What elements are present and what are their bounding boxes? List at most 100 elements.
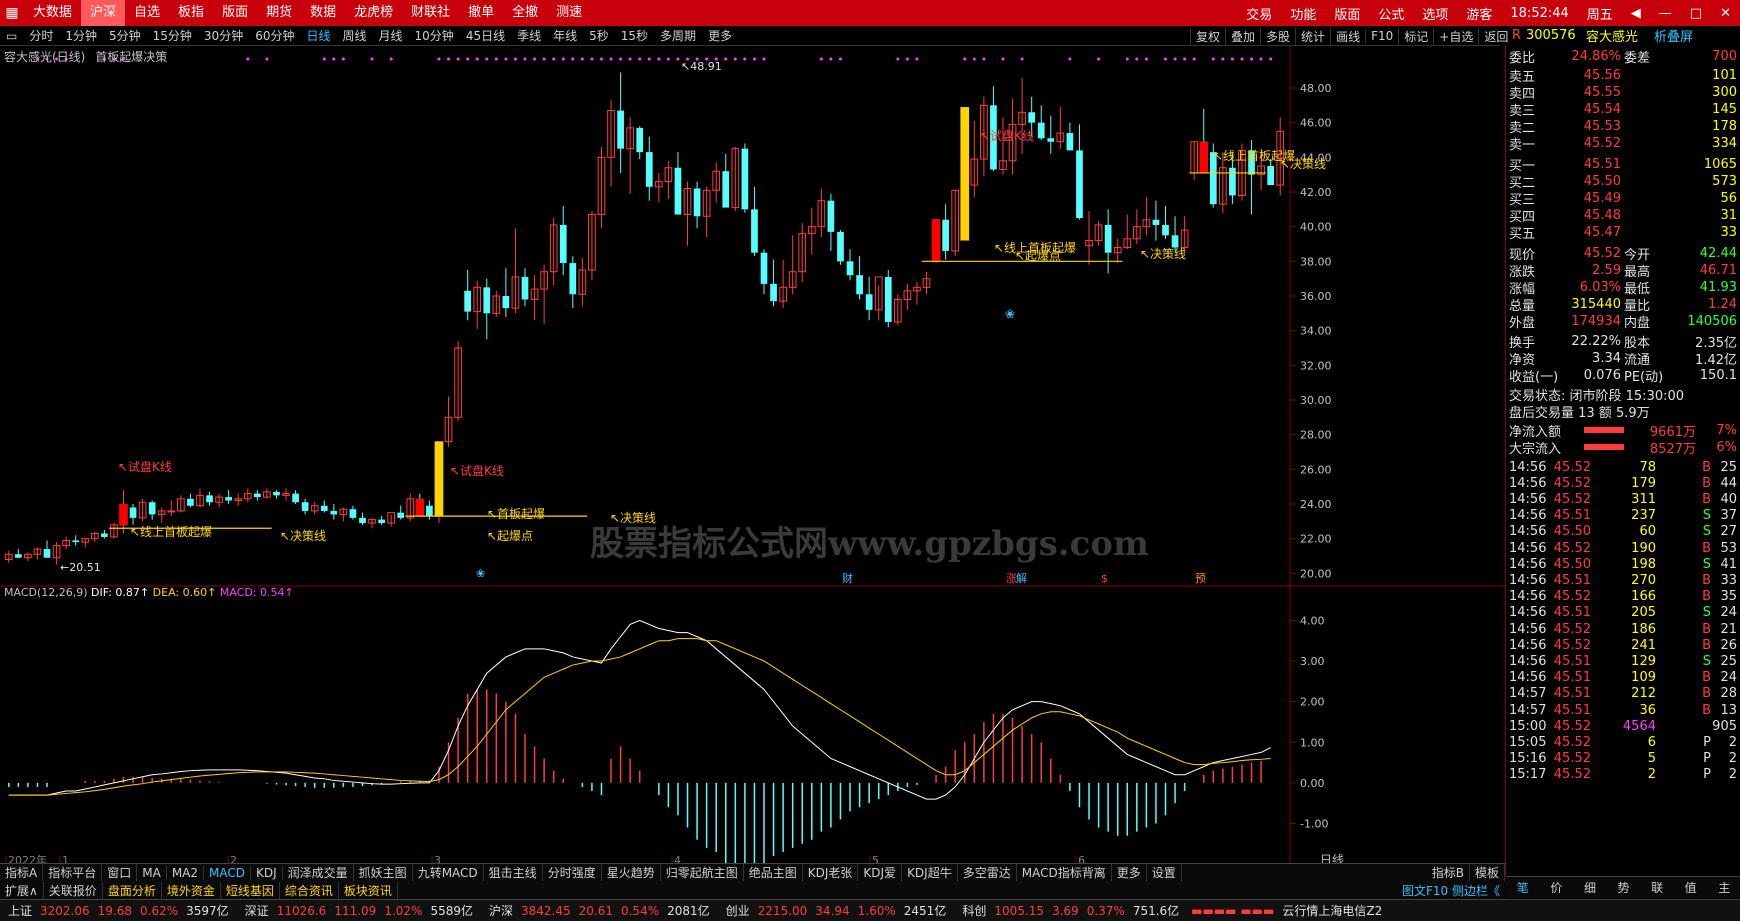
indicator-tab-19[interactable]: MACD指标背离 bbox=[1017, 864, 1112, 881]
timeframe-6[interactable]: 日线 bbox=[300, 27, 336, 44]
top-menu-0[interactable]: 交易 bbox=[1237, 4, 1281, 23]
menu-9[interactable]: 撤单 bbox=[459, 0, 503, 26]
toolbar-btn-4[interactable]: 画线 bbox=[1330, 27, 1365, 45]
event-icon[interactable]: 财 bbox=[842, 571, 853, 585]
event-icon[interactable]: 解 bbox=[1016, 571, 1027, 585]
timeframe-0[interactable]: 分时 bbox=[23, 27, 59, 44]
menu-7[interactable]: 龙虎榜 bbox=[345, 0, 402, 26]
minimize-icon[interactable]: — bbox=[1650, 6, 1681, 21]
menu-11[interactable]: 测速 bbox=[547, 0, 591, 26]
side-tab-1[interactable]: 价 bbox=[1540, 879, 1574, 896]
timeframe-3[interactable]: 15分钟 bbox=[147, 27, 198, 44]
maximize-icon[interactable]: □ bbox=[1681, 6, 1711, 21]
indicator-tab-0[interactable]: 指标A bbox=[0, 864, 44, 881]
indicator-right-tab-1[interactable]: 模板 bbox=[1470, 864, 1505, 881]
indicator-tab-13[interactable]: 归零起航主图 bbox=[661, 864, 744, 881]
timeframe-1[interactable]: 1分钟 bbox=[59, 27, 103, 44]
menu-8[interactable]: 财联社 bbox=[402, 0, 459, 26]
ext-tab-6[interactable]: 板块资讯 bbox=[339, 881, 398, 899]
layout-toggle-icon[interactable]: ▭ bbox=[0, 29, 23, 43]
toolbar-btn-2[interactable]: 多股 bbox=[1260, 27, 1295, 45]
kline-svg[interactable]: 48.00 46.00 4 4.00 42.00 40.00 38.00 36.00 34.00… bbox=[0, 46, 1505, 877]
toolbar-btn-0[interactable]: 复权 bbox=[1190, 27, 1225, 45]
top-menu-2[interactable]: 版面 bbox=[1325, 4, 1369, 23]
close-icon[interactable]: ✕ bbox=[1711, 6, 1740, 21]
indicator-right-tab-0[interactable]: 指标B bbox=[1427, 864, 1470, 881]
server-label[interactable]: 云行情上海电信Z2 bbox=[1278, 902, 1386, 919]
event-icon[interactable]: 预 bbox=[1195, 572, 1206, 585]
menu-4[interactable]: 版面 bbox=[213, 0, 257, 26]
ext-tab-4[interactable]: 短线基因 bbox=[221, 881, 280, 899]
timeframe-14[interactable]: 15秒 bbox=[615, 27, 654, 44]
index-quote-0[interactable]: 上证 3202.06 19.68 0.62% 3597亿 bbox=[0, 902, 237, 919]
back-icon[interactable]: ◀ bbox=[1622, 6, 1650, 21]
indicator-tab-18[interactable]: 多空雷达 bbox=[958, 864, 1017, 881]
indicator-tab-5[interactable]: MACD bbox=[204, 865, 251, 880]
timeframe-5[interactable]: 60分钟 bbox=[249, 27, 300, 44]
timeframe-11[interactable]: 季线 bbox=[511, 27, 547, 44]
timeframe-9[interactable]: 10分钟 bbox=[409, 27, 460, 44]
menu-3[interactable]: 板指 bbox=[169, 0, 213, 26]
menu-2[interactable]: 自选 bbox=[125, 0, 169, 26]
side-tab-0[interactable]: 笔 bbox=[1506, 879, 1540, 896]
indicator-tab-6[interactable]: KDJ bbox=[251, 865, 283, 880]
indicator-tab-17[interactable]: KDJ超牛 bbox=[902, 864, 958, 881]
top-menu-5[interactable]: 游客 bbox=[1457, 4, 1501, 23]
indicator-tab-7[interactable]: 润泽成交量 bbox=[283, 864, 354, 881]
toolbar-btn-1[interactable]: 叠加 bbox=[1225, 27, 1260, 45]
ext-tab-0[interactable]: 扩展∧ bbox=[0, 881, 44, 899]
index-quote-3[interactable]: 创业 2215.00 34.94 1.60% 2451亿 bbox=[718, 902, 955, 919]
timeframe-7[interactable]: 周线 bbox=[337, 27, 373, 44]
indicator-tab-20[interactable]: 更多 bbox=[1112, 864, 1147, 881]
toolbar-btn-5[interactable]: F10 bbox=[1365, 29, 1398, 43]
indicator-tab-9[interactable]: 九转MACD bbox=[413, 864, 484, 881]
indicator-tab-10[interactable]: 狙击主线 bbox=[484, 864, 543, 881]
top-menu-1[interactable]: 功能 bbox=[1281, 4, 1325, 23]
timeframe-4[interactable]: 30分钟 bbox=[198, 27, 249, 44]
ext-tab-5[interactable]: 综合资讯 bbox=[280, 881, 339, 899]
index-quote-2[interactable]: 沪深 3842.45 20.61 0.54% 2081亿 bbox=[481, 902, 718, 919]
index-quote-4[interactable]: 科创 1005.15 3.69 0.37% 751.6亿 bbox=[954, 902, 1187, 919]
top-menu-4[interactable]: 选项 bbox=[1413, 4, 1457, 23]
timeframe-2[interactable]: 5分钟 bbox=[103, 27, 147, 44]
index-quote-1[interactable]: 深证 11026.6 111.09 1.02% 5589亿 bbox=[237, 902, 481, 919]
timeframe-10[interactable]: 45日线 bbox=[460, 27, 511, 44]
indicator-tab-1[interactable]: 指标平台 bbox=[43, 864, 103, 881]
app-grid-icon[interactable]: ▦ bbox=[0, 0, 24, 26]
side-tab-5[interactable]: 值 bbox=[1674, 879, 1708, 896]
menu-6[interactable]: 数据 bbox=[301, 0, 345, 26]
top-menu-3[interactable]: 公式 bbox=[1369, 4, 1413, 23]
timeframe-8[interactable]: 月线 bbox=[373, 27, 409, 44]
toolbar-btn-3[interactable]: 统计 bbox=[1295, 27, 1330, 45]
indicator-tab-3[interactable]: MA bbox=[137, 865, 167, 880]
indicator-tab-11[interactable]: 分时强度 bbox=[543, 864, 602, 881]
menu-10[interactable]: 全撤 bbox=[503, 0, 547, 26]
menu-0[interactable]: 大数据 bbox=[24, 0, 81, 26]
chart-area[interactable]: 48.00 46.00 4 4.00 42.00 40.00 38.00 36.00 34.00… bbox=[0, 46, 1505, 877]
timeframe-13[interactable]: 5秒 bbox=[583, 27, 615, 44]
menu-5[interactable]: 期货 bbox=[257, 0, 301, 26]
timeframe-12[interactable]: 年线 bbox=[547, 27, 583, 44]
indicator-tab-8[interactable]: 抓妖主图 bbox=[354, 864, 413, 881]
toolbar-btn-7[interactable]: +自选 bbox=[1433, 27, 1478, 45]
timeframe-15[interactable]: 多周期 bbox=[654, 27, 702, 44]
timeframe-16[interactable]: 更多 bbox=[702, 27, 738, 44]
indicator-tab-4[interactable]: MA2 bbox=[167, 865, 205, 880]
indicator-tab-12[interactable]: 星火趋势 bbox=[602, 864, 661, 881]
ext-tab-2[interactable]: 盘面分析 bbox=[103, 881, 162, 899]
ext-tab-1[interactable]: 关联报价 bbox=[44, 881, 103, 899]
toolbar-btn-6[interactable]: 标记 bbox=[1398, 27, 1433, 45]
menu-1[interactable]: 沪深 bbox=[81, 0, 126, 26]
indicator-tab-15[interactable]: KDJ老张 bbox=[803, 864, 859, 881]
event-icon[interactable]: $ bbox=[1101, 572, 1108, 585]
sidebar-toggle[interactable]: 图文F10 侧边栏《 bbox=[1397, 882, 1505, 899]
side-tab-2[interactable]: 细 bbox=[1573, 879, 1607, 896]
side-tab-3[interactable]: 势 bbox=[1607, 879, 1641, 896]
indicator-tab-21[interactable]: 设置 bbox=[1147, 864, 1182, 881]
indicator-tab-2[interactable]: 窗口 bbox=[102, 864, 138, 881]
indicator-tab-14[interactable]: 绝品主图 bbox=[744, 864, 803, 881]
side-tab-6[interactable]: 主 bbox=[1707, 879, 1740, 896]
ext-tab-3[interactable]: 境外资金 bbox=[162, 881, 221, 899]
side-tab-4[interactable]: 联 bbox=[1640, 879, 1674, 896]
indicator-tab-16[interactable]: KDJ爱 bbox=[858, 864, 903, 881]
